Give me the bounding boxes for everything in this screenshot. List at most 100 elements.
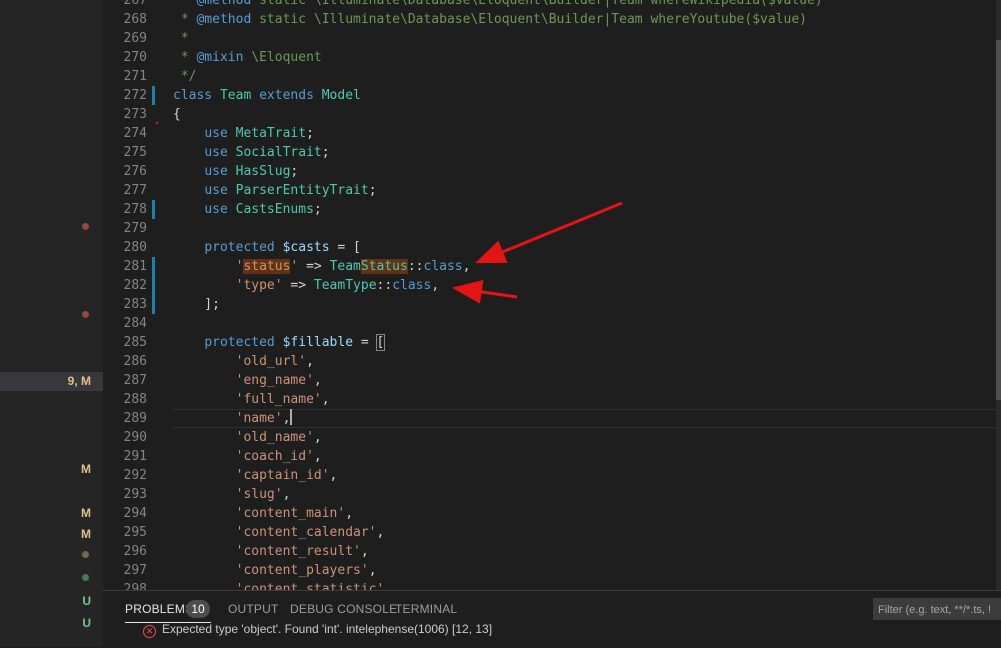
problems-filter-input[interactable]: Filter (e.g. text, **/*.ts, ! <box>873 598 1001 620</box>
code-line[interactable]: 294 'content_main', <box>103 504 983 523</box>
code-editor[interactable]: 267 * @method static \Illuminate\Databas… <box>103 0 1001 590</box>
git-status-badge: U <box>82 616 91 630</box>
code-line[interactable]: 298 'content_statistic', <box>103 580 983 590</box>
git-gutter-modified <box>152 295 155 314</box>
code-text: 'coach_id', <box>235 449 322 464</box>
code-line[interactable]: 291 'coach_id', <box>103 447 983 466</box>
tab-output[interactable]: OUTPUT <box>228 601 279 617</box>
code-line[interactable]: 272 class Team extends Model <box>103 86 983 105</box>
code-line[interactable]: 290 'old_name', <box>103 428 983 447</box>
code-line[interactable]: 267 * @method static \Illuminate\Databas… <box>103 0 983 10</box>
git-gutter-modified <box>152 257 155 276</box>
problem-item[interactable]: ✕ Expected type 'object'. Found 'int'. in… <box>143 621 492 638</box>
line-number: 272 <box>123 88 147 103</box>
problems-count-badge: 10 <box>186 600 210 618</box>
sidebar-status-dot <box>82 551 89 558</box>
code-text: * @mixin \Eloquent <box>173 50 322 65</box>
sidebar-item[interactable]: M <box>0 504 103 523</box>
code-text: 'type' => TeamType::class, <box>235 278 440 293</box>
text-cursor <box>290 409 293 425</box>
code-text: 'content_players', <box>235 563 377 578</box>
sidebar-item[interactable]: M <box>0 460 103 479</box>
code-text: * <box>173 31 189 46</box>
sidebar-item-selected[interactable]: 9, M <box>0 372 103 391</box>
line-number: 297 <box>123 563 147 578</box>
code-line[interactable]: 274 use MetaTrait; <box>103 124 983 143</box>
line-number: 271 <box>123 69 147 84</box>
line-number: 288 <box>123 392 147 407</box>
tab-debug-console[interactable]: DEBUG CONSOLE <box>290 601 397 617</box>
code-line[interactable]: 289 'name', <box>103 409 983 428</box>
line-number: 280 <box>123 240 147 255</box>
code-text: * @method static \Illuminate\Database\El… <box>173 12 807 27</box>
code-text: use MetaTrait; <box>204 126 314 141</box>
line-number: 277 <box>123 183 147 198</box>
code-line[interactable]: 296 'content_result', <box>103 542 983 561</box>
code-line[interactable]: 281 'status' => TeamStatus::class, <box>103 257 983 276</box>
line-number: 281 <box>123 259 147 274</box>
tab-terminal[interactable]: TERMINAL <box>395 601 457 617</box>
code-line[interactable]: 280 protected $casts = [ <box>103 238 983 257</box>
git-gutter-modified <box>152 276 155 295</box>
line-number: 296 <box>123 544 147 559</box>
code-line[interactable]: 293 'slug', <box>103 485 983 504</box>
code-text: protected $fillable = [ <box>204 334 386 351</box>
error-icon: ✕ <box>143 625 156 638</box>
code-line[interactable]: 278 use CastsEnums; <box>103 200 983 219</box>
line-number: 291 <box>123 449 147 464</box>
code-line[interactable]: 288 'full_name', <box>103 390 983 409</box>
code-line[interactable]: 283 ]; <box>103 295 983 314</box>
sidebar-status-dot <box>82 311 89 318</box>
code-line[interactable]: 285 protected $fillable = [ <box>103 333 983 352</box>
code-text: 'captain_id', <box>235 468 338 483</box>
line-number: 274 <box>123 126 147 141</box>
code-line[interactable]: 292 'captain_id', <box>103 466 983 485</box>
git-gutter-modified <box>152 200 155 219</box>
code-text: 'content_statistic', <box>235 582 393 590</box>
code-line[interactable]: 282 'type' => TeamType::class, <box>103 276 983 295</box>
code-line[interactable]: 295 'content_calendar', <box>103 523 983 542</box>
code-line[interactable]: 268 * @method static \Illuminate\Databas… <box>103 10 983 29</box>
line-number: 268 <box>123 12 147 27</box>
git-status-badge: U <box>82 594 91 608</box>
code-text: class Team extends Model <box>173 88 361 103</box>
editor-scrollbar[interactable] <box>996 0 1001 590</box>
line-number: 275 <box>123 145 147 160</box>
code-line[interactable]: 284 <box>103 314 983 333</box>
code-text: use HasSlug; <box>204 164 299 179</box>
explorer-sidebar: 9, MMMMUU <box>0 0 103 647</box>
code-line[interactable]: 269 * <box>103 29 983 48</box>
line-number: 295 <box>123 525 147 540</box>
code-line[interactable]: 286 'old_url', <box>103 352 983 371</box>
problem-message: Expected type 'object'. Found 'int'. int… <box>162 622 493 636</box>
code-line[interactable]: 275 use SocialTrait; <box>103 143 983 162</box>
sidebar-status-dot <box>82 223 89 230</box>
code-text: 'eng_name', <box>235 373 322 388</box>
sidebar-item[interactable]: U <box>0 614 103 633</box>
code-text: use SocialTrait; <box>204 145 330 160</box>
git-status-badge: M <box>81 462 91 476</box>
code-text: 'content_result', <box>235 544 369 559</box>
code-text: 'slug', <box>235 487 291 502</box>
code-line[interactable]: 270 * @mixin \Eloquent <box>103 48 983 67</box>
line-number: 282 <box>123 278 147 293</box>
git-status-badge: 9, M <box>67 374 91 388</box>
code-line[interactable]: 271 */ <box>103 67 983 86</box>
sidebar-item[interactable]: M <box>0 525 103 544</box>
line-number: 290 <box>123 430 147 445</box>
code-line[interactable]: 279 <box>103 219 983 238</box>
line-number: 294 <box>123 506 147 521</box>
code-line[interactable]: 287 'eng_name', <box>103 371 983 390</box>
code-line[interactable]: 297 'content_players', <box>103 561 983 580</box>
bottom-panel: PROBLEMS 10 OUTPUT DEBUG CONSOLE TERMINA… <box>103 590 1001 648</box>
tab-problems[interactable]: PROBLEMS <box>125 601 193 617</box>
git-status-badge: M <box>81 506 91 520</box>
sidebar-item[interactable]: U <box>0 592 103 611</box>
line-number: 292 <box>123 468 147 483</box>
git-gutter-modified <box>152 86 155 105</box>
code-text: 'full_name', <box>235 392 330 407</box>
scrollbar-thumb[interactable] <box>996 40 1001 400</box>
code-line[interactable]: 277 use ParserEntityTrait; <box>103 181 983 200</box>
code-line[interactable]: 273 ▸{ <box>103 105 983 127</box>
code-line[interactable]: 276 use HasSlug; <box>103 162 983 181</box>
